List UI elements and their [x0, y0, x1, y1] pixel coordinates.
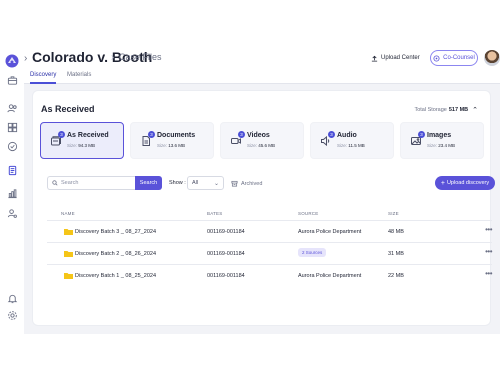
- bell-icon[interactable]: [6, 292, 18, 304]
- case-files-icon[interactable]: [6, 164, 18, 176]
- breadcrumb-current-page: Case Files: [119, 52, 162, 62]
- archived-label: Archived: [241, 180, 263, 187]
- main-content: As Received Total Storage 517 MB ⌃ 3 As …: [24, 84, 500, 334]
- folder-icon: [64, 229, 73, 235]
- breadcrumb-separator-icon: ›: [111, 52, 115, 63]
- category-badge: 3: [328, 131, 335, 138]
- user-settings-icon[interactable]: [6, 207, 18, 219]
- row-name: Discovery Batch 1 _ 08_25_2024: [75, 273, 157, 279]
- folder-icon: [64, 251, 73, 257]
- total-storage[interactable]: Total Storage 517 MB ⌃: [414, 106, 478, 114]
- storage-label: Total Storage: [414, 107, 447, 113]
- category-badge: 3: [418, 131, 425, 138]
- category-size: Size: 11.5 MB: [337, 143, 365, 148]
- category-name: Audio: [337, 132, 357, 139]
- tab-discovery[interactable]: Discovery: [30, 72, 56, 78]
- category-name: As Received: [67, 132, 109, 139]
- category-size: Size: 94.3 MB: [67, 143, 96, 148]
- show-select-value: All: [192, 180, 199, 186]
- table-row[interactable]: Discovery Batch 2 _ 08_26_2024 001169-00…: [47, 242, 492, 264]
- plus-icon: +: [440, 179, 445, 187]
- archive-icon: [231, 180, 238, 187]
- storage-value: 517 MB: [448, 107, 469, 113]
- search-input[interactable]: [61, 180, 131, 186]
- category-size: Size: 23.4 MB: [427, 143, 456, 148]
- co-counsel-button[interactable]: Co-Counsel: [430, 50, 478, 66]
- row-size: 48 MB: [388, 229, 404, 235]
- upload-center-label: Upload Center: [381, 55, 420, 61]
- column-header-size[interactable]: SIZE: [388, 211, 399, 216]
- co-counsel-label: Co-Counsel: [443, 55, 475, 61]
- row-bates: 001169-001184: [207, 229, 245, 235]
- app-window: › Colorado v. Booth › Case Files Upload …: [0, 0, 500, 375]
- column-header-bates[interactable]: BATES: [207, 211, 222, 216]
- category-badge: 3: [58, 131, 65, 138]
- row-size: 22 MB: [388, 273, 404, 279]
- discovery-card: As Received Total Storage 517 MB ⌃ 3 As …: [32, 90, 495, 326]
- category-as-received[interactable]: 3 As Received Size: 94.3 MB: [40, 122, 124, 159]
- row-name: Discovery Batch 2 _ 08_26_2024: [75, 251, 157, 257]
- category-documents[interactable]: 3 Documents Size: 13.6 MB: [130, 122, 214, 159]
- chevron-down-icon: ⌄: [213, 180, 219, 187]
- category-size: Size: 13.6 MB: [157, 143, 186, 148]
- chart-icon[interactable]: [6, 187, 18, 199]
- show-label: Show :: [169, 180, 186, 186]
- category-name: Documents: [157, 132, 196, 139]
- chevron-right-icon[interactable]: ›: [24, 53, 27, 64]
- category-size: Size: 45.6 MB: [247, 143, 276, 148]
- category-badge: 3: [238, 131, 245, 138]
- table-header: NAME BATES SOURCE SIZE: [47, 208, 492, 220]
- search-field: [47, 176, 135, 190]
- sidebar: [0, 44, 24, 334]
- row-source-pill[interactable]: 2 Sources: [298, 248, 327, 257]
- upload-center-button[interactable]: Upload Center: [371, 51, 420, 65]
- more-options-icon[interactable]: •••: [485, 247, 492, 256]
- row-size: 31 MB: [388, 251, 404, 257]
- check-circle-icon[interactable]: [6, 140, 18, 152]
- archived-toggle[interactable]: Archived: [231, 180, 262, 187]
- column-header-name[interactable]: NAME: [61, 211, 75, 216]
- chevron-up-icon[interactable]: ⌃: [472, 106, 478, 114]
- row-source: Aurora Police Department: [298, 273, 362, 279]
- people-icon[interactable]: [6, 102, 18, 114]
- upload-icon: [371, 55, 378, 62]
- folder-icon: [64, 273, 73, 279]
- sparkle-icon: [433, 54, 440, 62]
- tab-bar: Discovery Materials: [24, 68, 500, 84]
- search-icon: [52, 180, 58, 186]
- show-select[interactable]: All ⌄: [187, 176, 224, 190]
- column-header-source[interactable]: SOURCE: [298, 211, 318, 216]
- category-name: Videos: [247, 132, 270, 139]
- more-options-icon[interactable]: •••: [485, 269, 492, 278]
- dashboard-icon[interactable]: [6, 121, 18, 133]
- gear-icon[interactable]: [6, 309, 18, 321]
- category-name: Images: [427, 132, 452, 139]
- more-options-icon[interactable]: •••: [485, 225, 492, 234]
- upload-discovery-label: Upload discovery: [446, 180, 490, 186]
- tab-materials[interactable]: Materials: [67, 72, 91, 78]
- app-logo-icon[interactable]: [5, 54, 19, 68]
- row-name: Discovery Batch 3 _ 08_27_2024: [75, 229, 157, 235]
- row-bates: 001169-001184: [207, 251, 245, 257]
- search-button[interactable]: Search: [135, 176, 162, 190]
- category-images[interactable]: 3 Images Size: 23.4 MB: [400, 122, 484, 159]
- row-source: Aurora Police Department: [298, 229, 362, 235]
- table-row[interactable]: Discovery Batch 3 _ 08_27_2024 001169-00…: [47, 220, 492, 242]
- row-bates: 001169-001184: [207, 273, 245, 279]
- category-audio[interactable]: 3 Audio Size: 11.5 MB: [310, 122, 394, 159]
- category-videos[interactable]: 3 Videos Size: 45.6 MB: [220, 122, 304, 159]
- briefcase-icon[interactable]: [6, 74, 18, 86]
- upload-discovery-button[interactable]: + Upload discovery: [435, 176, 495, 190]
- avatar[interactable]: [484, 50, 500, 66]
- category-badge: 3: [148, 131, 155, 138]
- section-title: As Received: [41, 104, 95, 114]
- table-row[interactable]: Discovery Batch 1 _ 08_25_2024 001169-00…: [47, 264, 492, 286]
